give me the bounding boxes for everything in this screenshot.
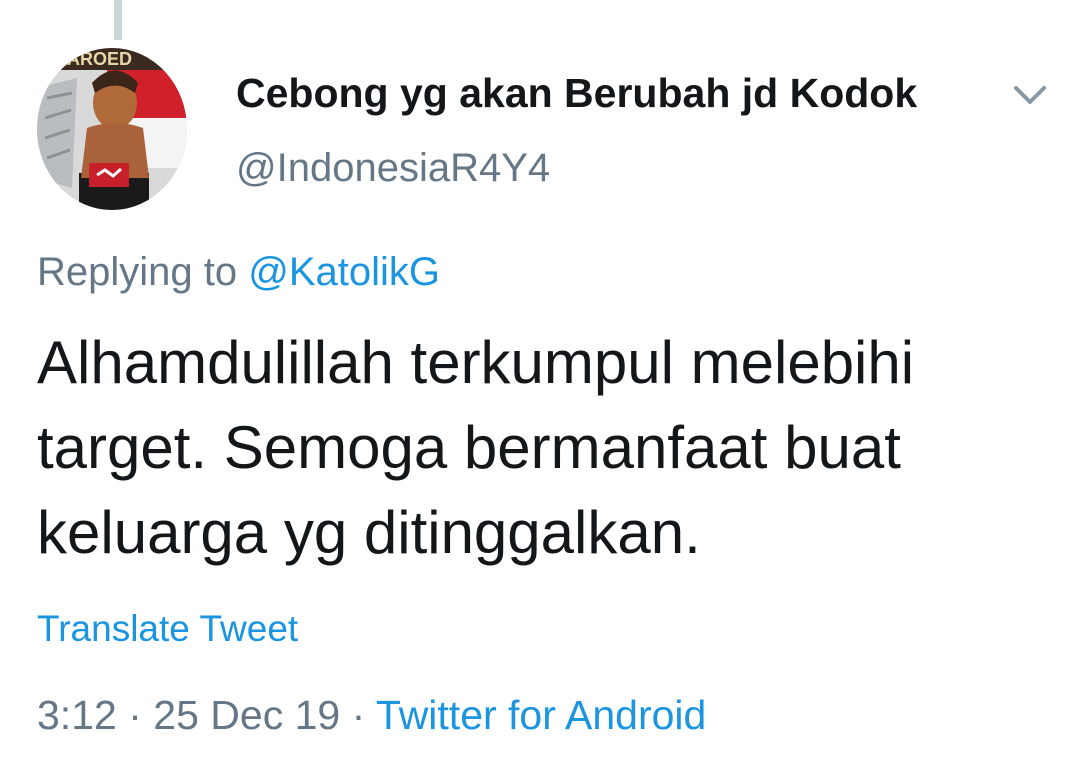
reply-prefix: Replying to — [37, 250, 238, 294]
tweet-date: 25 Dec 19 — [153, 692, 341, 738]
tweet-time: 3:12 — [37, 692, 117, 738]
author-display-name[interactable]: Cebong yg akan Berubah jd Kodok — [236, 70, 917, 117]
author-handle[interactable]: @IndonesiaR4Y4 — [236, 146, 550, 191]
meta-separator: · — [351, 692, 366, 738]
avatar-image: AROED — [37, 48, 187, 210]
meta-separator: · — [128, 692, 142, 738]
avatar-logo-text: AROED — [67, 49, 132, 69]
reply-context: Replying to @KatolikG — [37, 250, 440, 295]
tweet-text: Alhamdulillah terkumpul melebihi target.… — [37, 329, 915, 566]
thread-connector-line — [114, 0, 122, 40]
translate-tweet-link[interactable]: Translate Tweet — [37, 608, 298, 650]
tweet-source-link[interactable]: Twitter for Android — [376, 692, 706, 738]
chevron-down-icon[interactable] — [1008, 78, 1052, 110]
reply-mention-link[interactable]: @KatolikG — [248, 250, 440, 294]
avatar[interactable]: AROED — [37, 48, 187, 210]
tweet-metadata: 3:12 · 25 Dec 19 · Twitter for Android — [37, 692, 706, 739]
